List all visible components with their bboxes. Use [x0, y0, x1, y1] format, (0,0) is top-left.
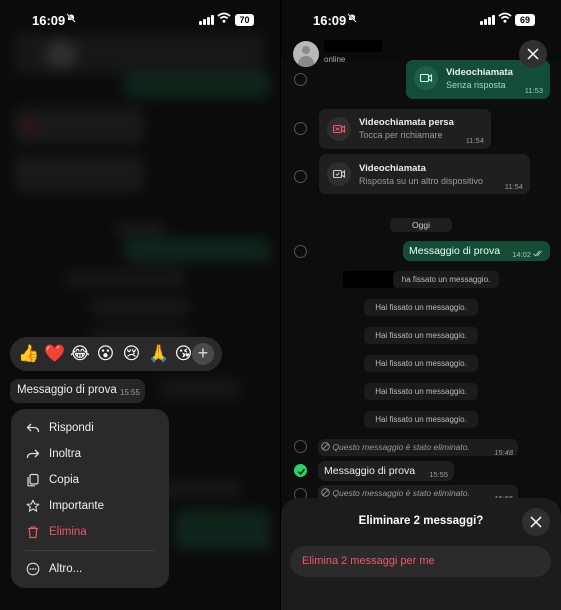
avatar[interactable] [293, 41, 319, 67]
cellular-signal-icon [480, 15, 495, 25]
select-circle[interactable] [294, 170, 307, 183]
message-text: Messaggio di prova [324, 465, 416, 477]
forward-icon [26, 449, 40, 459]
trash-icon [28, 526, 38, 539]
chat-select-screen: 16:09 69 online Videochiamata Senza risp… [281, 0, 561, 610]
close-selection-button[interactable] [519, 40, 547, 68]
missed-video-call-icon [327, 117, 351, 141]
delete-for-me-button[interactable]: Elimina 2 messaggi per me [290, 546, 551, 577]
system-pin-notice: Hai fissato un messaggio. [364, 299, 478, 316]
reaction-laugh[interactable]: 😂 [70, 337, 90, 371]
reaction-surprised[interactable]: 😮 [96, 337, 115, 371]
menu-item-forward[interactable]: Inoltra [11, 441, 169, 467]
message-text: Questo messaggio è stato eliminato. [332, 488, 470, 498]
preview-text: Messaggio di prova [17, 384, 117, 396]
message-time: 15:55 [429, 470, 448, 479]
system-pin-notice: Hai fissato un messaggio. [364, 327, 478, 344]
message-time: 11:53 [524, 86, 543, 95]
cellular-signal-icon [199, 15, 214, 25]
close-sheet-button[interactable] [522, 508, 550, 536]
contact-status: online [324, 55, 346, 64]
call-title: Videochiamata [359, 163, 426, 174]
copy-icon [27, 473, 39, 487]
mute-bell-icon [347, 13, 357, 26]
delete-confirmation-sheet: Eliminare 2 messaggi? Elimina 2 messaggi… [281, 498, 561, 610]
reaction-kiss[interactable]: 😘 [174, 337, 193, 371]
menu-item-delete[interactable]: Elimina [11, 519, 169, 545]
menu-label-star: Importante [49, 500, 104, 512]
menu-item-copy[interactable]: Copia [11, 467, 169, 493]
message-time: 15:48 [494, 448, 513, 457]
select-circle[interactable] [294, 440, 307, 453]
message-time: 11:54 [465, 136, 484, 145]
sheet-title: Eliminare 2 messaggi? [358, 515, 484, 527]
mute-bell-icon [66, 13, 76, 26]
select-circle[interactable] [294, 245, 307, 258]
message-time: 14:02 [512, 250, 531, 259]
message-outgoing-test[interactable]: Messaggio di prova 14:02 [403, 241, 550, 261]
menu-label-more: Altro... [49, 563, 83, 575]
read-receipt-icon [533, 250, 542, 257]
reaction-sad[interactable]: 😢 [122, 337, 141, 371]
battery-level: 70 [235, 14, 254, 26]
status-time: 16:09 [313, 13, 347, 28]
message-text: Questo messaggio è stato eliminato. [332, 442, 470, 452]
contact-name-redacted [324, 40, 382, 52]
system-pin-notice: Hai fissato un messaggio. [364, 355, 478, 372]
message-context-menu: Rispondi Inoltra Copia Importante Elimin… [11, 409, 169, 588]
more-dots-icon [26, 562, 40, 576]
system-pin-notice: ha fissato un messaggio. [393, 271, 499, 288]
select-circle-checked[interactable] [294, 464, 307, 477]
deleted-icon [321, 488, 330, 497]
reaction-heart[interactable]: ❤️ [44, 337, 65, 371]
more-reactions-plus-icon[interactable]: + [192, 343, 214, 365]
selected-message-preview: Messaggio di prova 15:55 [10, 379, 145, 403]
menu-item-more[interactable]: Altro... [11, 556, 169, 582]
menu-label-forward: Inoltra [49, 448, 81, 460]
message-deleted[interactable]: Questo messaggio è stato eliminato. 15:4… [318, 439, 518, 457]
message-video-call-answered-elsewhere[interactable]: Videochiamata Risposta su un altro dispo… [319, 154, 530, 194]
reaction-bar: 👍 ❤️ 😂 😮 😢 🙏 😘 + [10, 337, 222, 371]
call-subtitle: Senza risposta [446, 80, 506, 90]
menu-label-copy: Copia [49, 474, 80, 486]
wifi-icon [498, 12, 512, 23]
call-subtitle: Tocca per richiamare [359, 130, 443, 140]
menu-item-star[interactable]: Importante [11, 493, 169, 519]
reaction-pray[interactable]: 🙏 [148, 337, 169, 371]
reaction-thumbs-up[interactable]: 👍 [18, 337, 39, 371]
wifi-icon [217, 12, 231, 23]
menu-divider [25, 550, 155, 551]
menu-label-delete: Elimina [49, 526, 87, 538]
status-time: 16:09 [32, 13, 66, 28]
close-icon [530, 516, 542, 528]
close-icon [527, 48, 539, 60]
menu-item-reply[interactable]: Rispondi [11, 415, 169, 441]
system-pin-notice: Hai fissato un messaggio. [364, 411, 478, 428]
status-bar: 16:09 69 [281, 0, 561, 40]
checkmark-icon [298, 468, 306, 475]
system-pin-notice: Hai fissato un messaggio. [364, 383, 478, 400]
date-divider: Oggi [390, 218, 452, 232]
status-bar: 16:09 70 [0, 0, 280, 40]
deleted-icon [321, 442, 330, 451]
redacted-name [343, 271, 395, 288]
chat-header: online [281, 36, 561, 72]
call-subtitle: Risposta su un altro dispositivo [359, 176, 484, 186]
battery-level: 69 [515, 14, 535, 26]
select-circle[interactable] [294, 122, 307, 135]
message-incoming-test[interactable]: Messaggio di prova 15:55 [318, 461, 454, 481]
star-icon [26, 499, 40, 512]
call-title: Videochiamata persa [359, 117, 454, 128]
message-missed-video-call[interactable]: Videochiamata persa Tocca per richiamare… [319, 109, 491, 149]
select-circle[interactable] [294, 73, 307, 86]
preview-time: 15:55 [119, 388, 140, 397]
reply-icon [26, 423, 40, 433]
video-call-icon [327, 162, 351, 186]
message-time: 11:54 [504, 182, 523, 191]
menu-label-reply: Rispondi [49, 422, 94, 434]
message-actions-screen: 16:09 70 👍 ❤️ 😂 😮 😢 🙏 😘 + Messaggio di p… [0, 0, 280, 610]
message-text: Messaggio di prova [409, 245, 501, 257]
